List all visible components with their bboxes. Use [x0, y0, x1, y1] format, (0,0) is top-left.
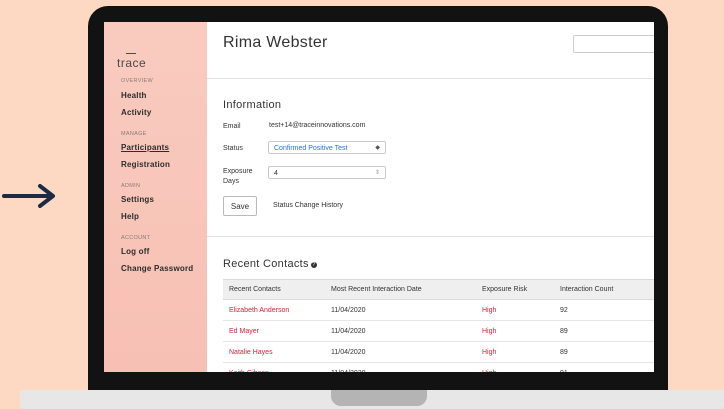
email-label: Email	[223, 123, 241, 130]
exposure-risk: High	[476, 299, 554, 321]
exposure-days-stepper[interactable]: 4 ⇕	[268, 166, 386, 179]
sidebar: trace OVERVIEW Health Activity MANAGE Pa…	[104, 22, 207, 372]
sidebar-item-log-off[interactable]: Log off	[121, 247, 150, 256]
column-header[interactable]: Recent Contacts	[223, 279, 325, 300]
status-change-history-link[interactable]: Status Change History	[273, 202, 343, 209]
email-value: test+14@traceinnovations.com	[269, 122, 366, 129]
sidebar-item-registration[interactable]: Registration	[121, 160, 170, 169]
exposure-risk: High	[476, 362, 554, 372]
information-heading: Information	[223, 99, 282, 111]
table-row[interactable]: Natalie Hayes 11/04/2020 High 89	[223, 341, 654, 363]
interaction-count: 91	[554, 362, 654, 372]
recent-contacts-table: Recent Contacts Most Recent Interaction …	[223, 279, 654, 372]
contact-name-link[interactable]: Keith Gibson	[223, 362, 325, 372]
contact-name-link[interactable]: Natalie Hayes	[223, 341, 325, 363]
contact-name-link[interactable]: Elizabeth Anderson	[223, 299, 325, 321]
table-header-row: Recent Contacts Most Recent Interaction …	[223, 279, 654, 300]
sidebar-item-settings[interactable]: Settings	[121, 195, 154, 204]
status-label: Status	[223, 145, 243, 152]
interaction-date: 11/04/2020	[325, 299, 476, 321]
sidebar-section-manage: MANAGE	[121, 131, 147, 137]
sidebar-item-activity[interactable]: Activity	[121, 108, 152, 117]
number-spinner-icon[interactable]: ⇕	[375, 167, 380, 180]
arrow-right-icon	[2, 184, 55, 208]
select-caret-icon: ◆	[375, 145, 380, 151]
laptop-notch	[331, 390, 427, 406]
column-header[interactable]: Interaction Count	[554, 279, 654, 300]
sidebar-item-health[interactable]: Health	[121, 91, 147, 100]
table-row[interactable]: Keith Gibson 11/04/2020 High 91	[223, 362, 654, 372]
status-select[interactable]: Confirmed Positive Test ◆	[268, 141, 386, 154]
sidebar-section-account: ACCOUNT	[121, 235, 151, 241]
interaction-count: 92	[554, 299, 654, 321]
page-title: Rima Webster	[223, 34, 328, 51]
save-button[interactable]: Save	[223, 196, 257, 216]
column-header[interactable]: Exposure Risk	[476, 279, 554, 300]
sidebar-section-overview: OVERVIEW	[121, 78, 153, 84]
logo: trace	[117, 53, 146, 70]
table-row[interactable]: Ed Mayer 11/04/2020 High 89	[223, 320, 654, 342]
sidebar-section-admin: ADMIN	[121, 183, 141, 189]
exposure-risk: High	[476, 341, 554, 363]
interaction-date: 11/04/2020	[325, 362, 476, 372]
help-icon[interactable]: ?	[310, 262, 317, 268]
main-content: Rima Webster Information Email test+14@t…	[207, 22, 654, 372]
exposure-days-label: Exposure Days	[223, 168, 253, 185]
divider	[207, 78, 654, 79]
app-screen: trace OVERVIEW Health Activity MANAGE Pa…	[104, 22, 654, 372]
sidebar-item-help[interactable]: Help	[121, 212, 139, 221]
interaction-date: 11/04/2020	[325, 341, 476, 363]
interaction-date: 11/04/2020	[325, 320, 476, 342]
divider	[207, 236, 654, 237]
search-input[interactable]	[573, 35, 654, 53]
recent-contacts-heading: Recent Contacts?	[223, 258, 317, 270]
interaction-count: 89	[554, 341, 654, 363]
sidebar-item-change-password[interactable]: Change Password	[121, 264, 193, 273]
column-header[interactable]: Most Recent Interaction Date	[325, 279, 476, 300]
sidebar-item-participants[interactable]: Participants	[121, 143, 169, 152]
status-select-value: Confirmed Positive Test	[274, 145, 348, 152]
interaction-count: 89	[554, 320, 654, 342]
table-row[interactable]: Elizabeth Anderson 11/04/2020 High 92	[223, 299, 654, 321]
exposure-days-value: 4	[274, 170, 278, 177]
contact-name-link[interactable]: Ed Mayer	[223, 320, 325, 342]
exposure-risk: High	[476, 320, 554, 342]
